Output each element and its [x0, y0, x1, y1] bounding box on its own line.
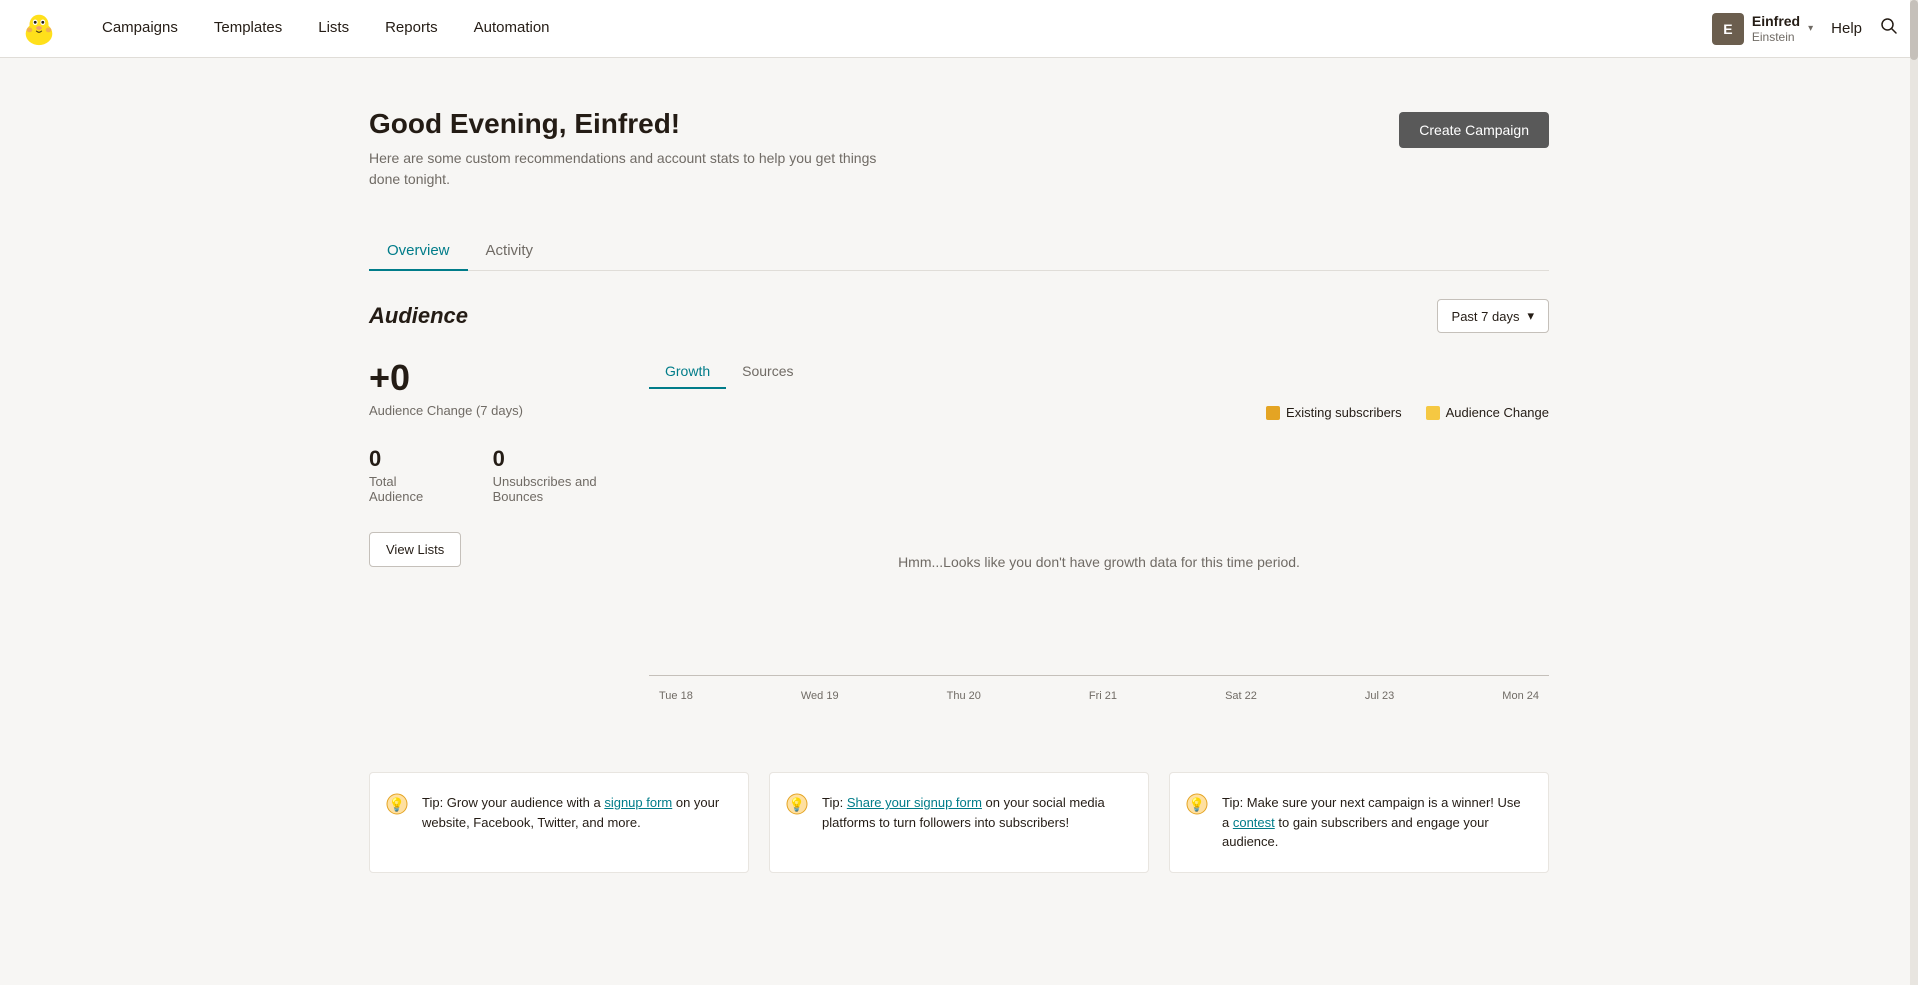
page-subtitle: Here are some custom recommendations and…	[369, 148, 889, 190]
scrollbar-thumb[interactable]	[1910, 0, 1918, 60]
audience-change-label: Audience Change (7 days)	[369, 403, 649, 418]
chart-empty-message: Hmm...Looks like you don't have growth d…	[898, 554, 1300, 570]
chart-body: Hmm...Looks like you don't have growth d…	[649, 432, 1549, 712]
legend-change: Audience Change	[1426, 405, 1549, 420]
tab-activity[interactable]: Activity	[468, 230, 552, 271]
nav-templates[interactable]: Templates	[196, 0, 300, 58]
audience-change-value: +0	[369, 357, 649, 399]
x-label-2: Thu 20	[947, 690, 981, 702]
tip-icon-2: 💡	[1186, 793, 1208, 815]
help-link[interactable]: Help	[1831, 20, 1862, 37]
navbar: Campaigns Templates Lists Reports Automa…	[0, 0, 1918, 58]
total-audience-stat: 0 Total Audience	[369, 446, 453, 504]
tip-card-2: 💡 Tip: Make sure your next campaign is a…	[1169, 772, 1549, 873]
legend-dot-existing	[1266, 406, 1280, 420]
audience-section-header: Audience Past 7 days ▾	[369, 299, 1549, 333]
chart-area: Growth Sources Existing subscribers Audi…	[649, 357, 1549, 712]
total-audience-value: 0	[369, 446, 453, 472]
chart-x-labels: Tue 18 Wed 19 Thu 20 Fri 21 Sat 22 Jul 2…	[649, 690, 1549, 702]
page-title-block: Good Evening, Einfred! Here are some cus…	[369, 108, 889, 190]
chart-tab-growth[interactable]: Growth	[649, 357, 726, 389]
svg-text:💡: 💡	[1189, 797, 1205, 812]
unsub-label: Unsubscribes and Bounces	[493, 474, 649, 504]
view-lists-button[interactable]: View Lists	[369, 532, 461, 567]
chart-legend: Existing subscribers Audience Change	[649, 405, 1549, 420]
nav-lists[interactable]: Lists	[300, 0, 367, 58]
user-menu[interactable]: E Einfred Einstein ▾	[1712, 13, 1813, 45]
nav-reports[interactable]: Reports	[367, 0, 456, 58]
page-tabs: Overview Activity	[369, 230, 1549, 271]
tip-card-1: 💡 Tip: Share your signup form on your so…	[769, 772, 1149, 873]
svg-text:💡: 💡	[789, 797, 805, 812]
legend-dot-change	[1426, 406, 1440, 420]
legend-change-label: Audience Change	[1446, 405, 1549, 420]
main-content: Good Evening, Einfred! Here are some cus…	[329, 58, 1589, 953]
x-label-0: Tue 18	[659, 690, 693, 702]
tips-row: 💡 Tip: Grow your audience with a signup …	[369, 772, 1549, 873]
total-audience-label: Total Audience	[369, 474, 453, 504]
tip-icon-0: 💡	[386, 793, 408, 815]
scrollbar-track[interactable]	[1910, 0, 1918, 985]
x-label-5: Jul 23	[1365, 690, 1394, 702]
nav-campaigns[interactable]: Campaigns	[84, 0, 196, 58]
svg-text:💡: 💡	[389, 797, 405, 812]
unsub-stat: 0 Unsubscribes and Bounces	[493, 446, 649, 504]
chevron-down-icon: ▾	[1527, 308, 1534, 324]
legend-existing: Existing subscribers	[1266, 405, 1402, 420]
tab-overview[interactable]: Overview	[369, 230, 468, 271]
tip-link-1[interactable]: Share your signup form	[847, 795, 982, 810]
user-name: Einfred	[1752, 13, 1800, 30]
x-label-3: Fri 21	[1089, 690, 1117, 702]
nav-right: E Einfred Einstein ▾ Help	[1712, 13, 1898, 45]
create-campaign-button[interactable]: Create Campaign	[1399, 112, 1549, 148]
chart-axis-line	[649, 675, 1549, 676]
legend-existing-label: Existing subscribers	[1286, 405, 1402, 420]
x-label-1: Wed 19	[801, 690, 839, 702]
unsub-value: 0	[493, 446, 649, 472]
audience-stats: +0 Audience Change (7 days) 0 Total Audi…	[369, 357, 649, 567]
page-title: Good Evening, Einfred!	[369, 108, 889, 140]
tip-text-1-before: Tip:	[822, 795, 847, 810]
logo[interactable]	[20, 9, 60, 49]
chevron-down-icon: ▾	[1808, 23, 1813, 34]
user-info: Einfred Einstein	[1752, 13, 1800, 44]
chart-tab-sources[interactable]: Sources	[726, 357, 809, 389]
chart-tabs: Growth Sources	[649, 357, 1549, 389]
audience-section-title: Audience	[369, 303, 468, 329]
avatar: E	[1712, 13, 1744, 45]
nav-automation[interactable]: Automation	[456, 0, 568, 58]
tip-link-0[interactable]: signup form	[604, 795, 672, 810]
tip-link-2[interactable]: contest	[1233, 815, 1275, 830]
tip-icon-1: 💡	[786, 793, 808, 815]
x-label-6: Mon 24	[1502, 690, 1539, 702]
user-sub: Einstein	[1752, 30, 1800, 44]
period-label: Past 7 days	[1452, 309, 1520, 324]
stat-row: 0 Total Audience 0 Unsubscribes and Boun…	[369, 446, 649, 504]
search-icon[interactable]	[1880, 17, 1898, 40]
tip-card-0: 💡 Tip: Grow your audience with a signup …	[369, 772, 749, 873]
audience-layout: +0 Audience Change (7 days) 0 Total Audi…	[369, 357, 1549, 712]
tip-text-0-before: Tip: Grow your audience with a	[422, 795, 604, 810]
period-dropdown-button[interactable]: Past 7 days ▾	[1437, 299, 1549, 333]
x-label-4: Sat 22	[1225, 690, 1257, 702]
nav-links: Campaigns Templates Lists Reports Automa…	[84, 0, 1712, 58]
page-header: Good Evening, Einfred! Here are some cus…	[369, 108, 1549, 190]
